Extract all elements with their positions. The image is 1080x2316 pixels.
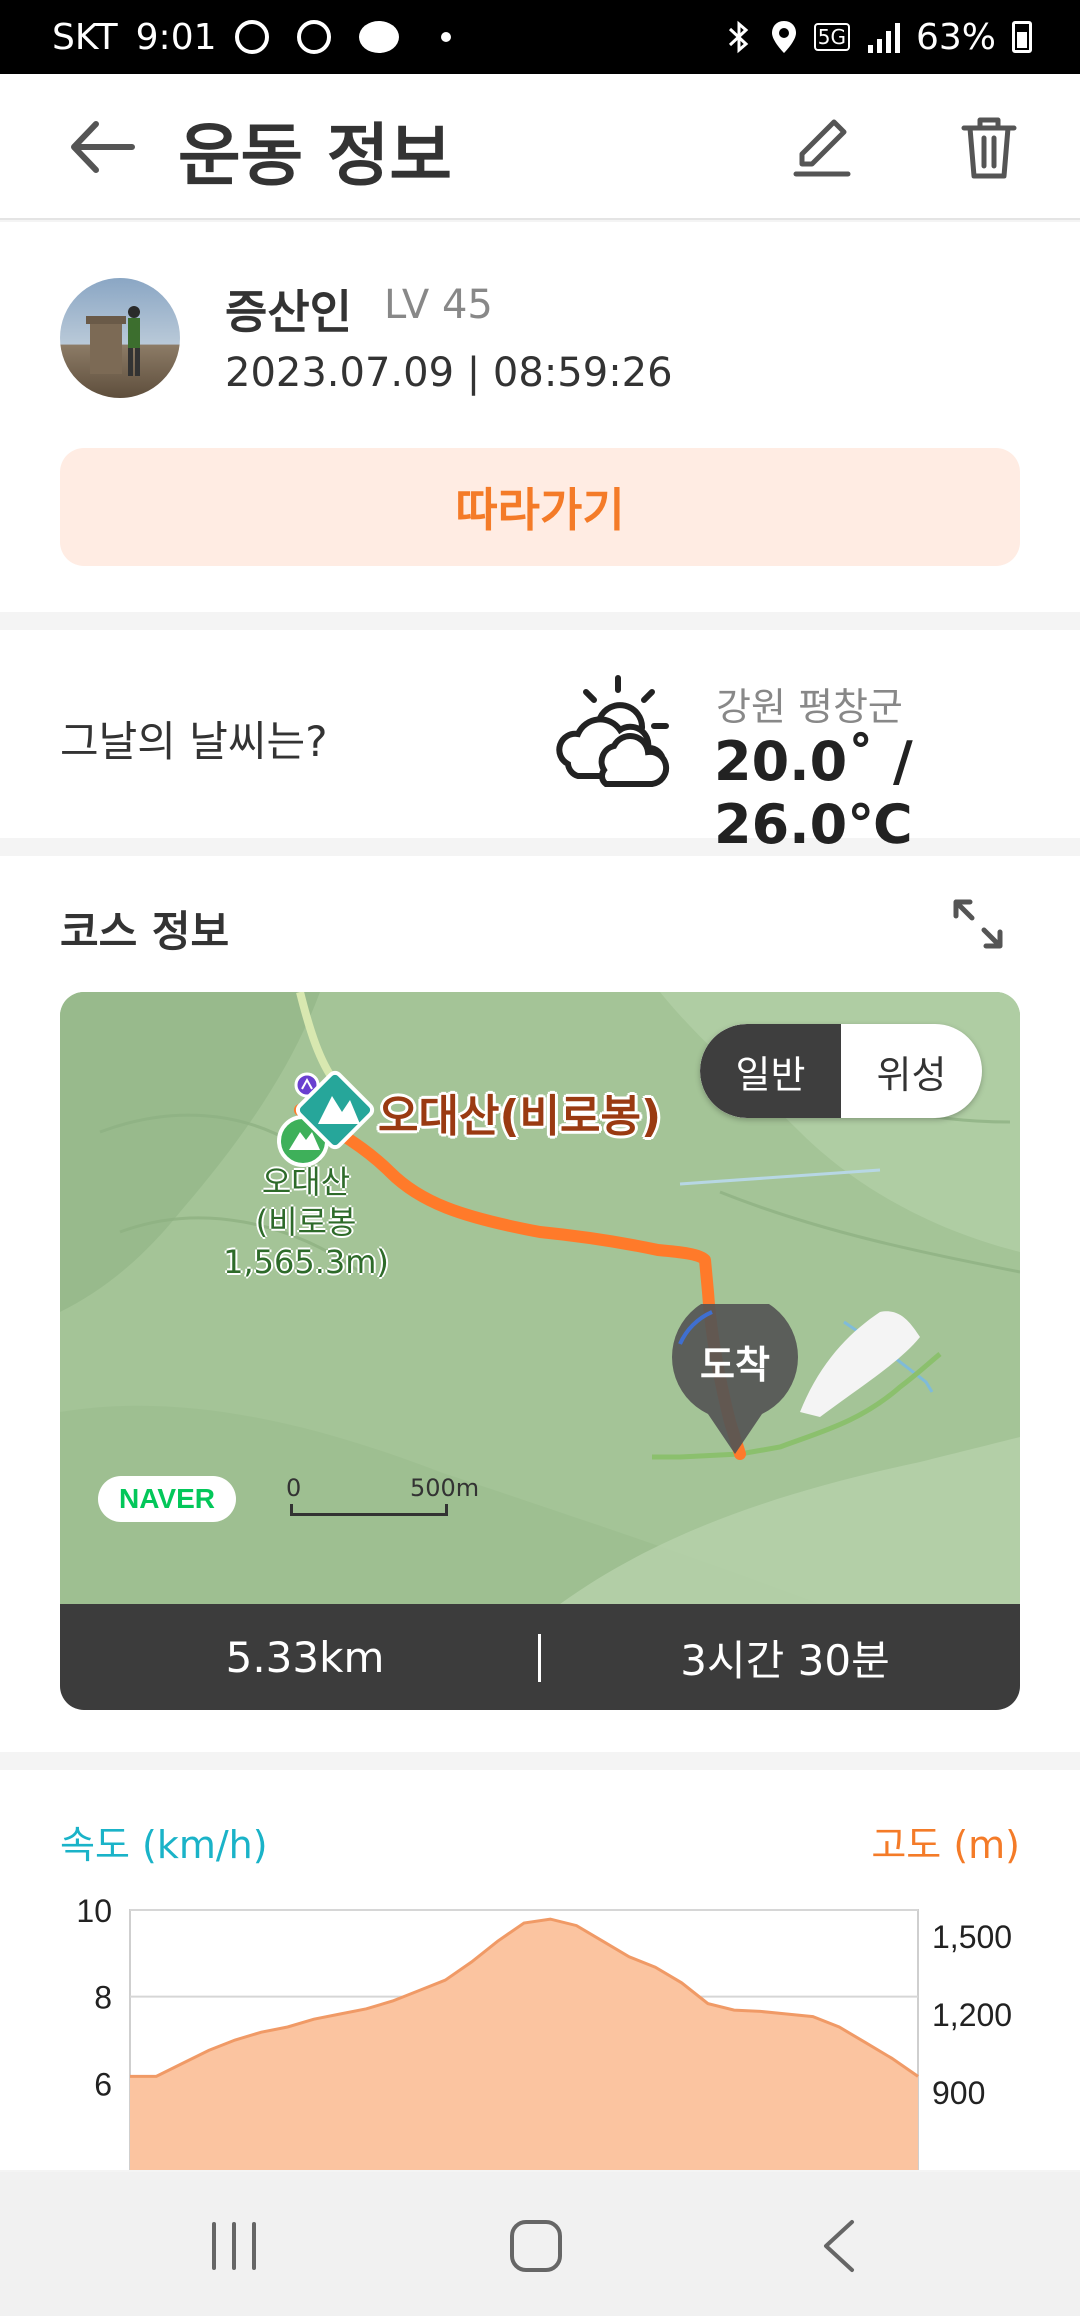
speed-altitude-chart: 6 8 10 900 1,200 1,500 (76, 1893, 1012, 2170)
speed-tick-label: 10 (76, 1893, 112, 1929)
clock: 9:01 (135, 16, 217, 58)
stats-divider (538, 1634, 541, 1682)
weather-temperature: 20.0˚ / 26.0℃ (714, 730, 913, 856)
follow-button[interactable]: 따라가기 (60, 448, 1020, 566)
profile-section: 증산인 LV 45 2023.07.09 | 08:59:26 따라가기 (0, 222, 1080, 612)
page-title: 운동 정보 (178, 117, 452, 196)
home-icon[interactable] (506, 2218, 566, 2274)
bluetooth-icon (728, 20, 748, 54)
peak-name-line2: (비로봉1,565.3m) (223, 1203, 389, 1281)
back-icon[interactable] (816, 2218, 862, 2274)
map-type-satellite[interactable]: 위성 (841, 1024, 982, 1118)
speed-tick-label: 8 (94, 1980, 112, 2016)
course-duration: 3시간 30분 (680, 1635, 890, 1685)
system-nav-bar (0, 2172, 1080, 2316)
map-type-toggle: 일반 위성 (700, 1024, 982, 1118)
status-bar: SKT 9:01 5G 63% (0, 0, 1080, 74)
peak-label: 오대산(비로봉) (378, 1091, 662, 1142)
naver-logo: NAVER (98, 1476, 236, 1522)
course-distance: 5.33km (225, 1632, 385, 1682)
course-section: 코스 정보 일반 위성 오대산(비로봉) 오대산 (비로봉1,565.3m) 도… (0, 856, 1080, 1752)
battery-percent: 63% (915, 16, 996, 58)
shoe-icon (296, 20, 331, 54)
username: 증산인 (225, 285, 352, 339)
app-bar: 운동 정보 (0, 74, 1080, 220)
signal-icon (867, 23, 900, 53)
map-type-standard[interactable]: 일반 (700, 1024, 841, 1118)
avatar[interactable] (60, 278, 180, 398)
course-title: 코스 정보 (60, 907, 230, 956)
location-icon (771, 21, 796, 53)
altitude-tick-label: 1,200 (932, 1997, 1012, 2033)
map-scale-bar (290, 1504, 448, 1516)
peak-name-line1: 오대산 (261, 1163, 351, 1201)
more-notifications-icon (440, 32, 451, 42)
peak-name-label: 오대산 (비로봉1,565.3m) (180, 1162, 432, 1282)
notification-icons (234, 20, 469, 54)
altitude-tick-label: 900 (932, 2075, 985, 2111)
carrier-label: SKT (52, 16, 118, 58)
status-bar-left: SKT 9:01 (52, 0, 469, 74)
trash-icon[interactable] (954, 114, 1024, 180)
weather-section: 그날의 날씨는? 강원 평창군 20.0˚ / 26.0℃ (0, 630, 1080, 856)
course-stats-bar: 5.33km 3시간 30분 (60, 1604, 1020, 1710)
sync-icon (234, 20, 269, 54)
map-scale-distance: 500m (410, 1474, 480, 1502)
arrival-label: 도착 (700, 1343, 770, 1387)
recent-apps-icon[interactable] (206, 2218, 262, 2274)
partly-cloudy-icon (556, 675, 670, 787)
graph-section: 속도 (km/h) 고도 (m) 6 8 10 900 1,200 1,500 (0, 1770, 1080, 2170)
weather-region: 강원 평창군 (716, 685, 903, 729)
edit-icon[interactable] (788, 114, 858, 180)
network-type-icon: 5G (813, 23, 850, 51)
kakaotalk-icon (358, 21, 399, 53)
speed-tick-label: 6 (94, 2066, 112, 2102)
expand-icon[interactable] (950, 896, 1006, 952)
workout-datetime: 2023.07.09 | 08:59:26 (225, 350, 673, 396)
status-bar-right: 5G 63% (724, 0, 1032, 74)
weather-label: 그날의 날씨는? (60, 717, 328, 766)
altitude-tick-label: 1,500 (932, 1919, 1012, 1955)
user-level: LV 45 (384, 282, 493, 328)
battery-icon (1012, 21, 1032, 53)
course-map[interactable]: 일반 위성 오대산(비로봉) 오대산 (비로봉1,565.3m) 도착 NAVE… (60, 992, 1020, 1604)
map-scale-zero: 0 (286, 1474, 302, 1502)
avatar-photo (86, 306, 140, 376)
back-arrow-icon[interactable] (66, 116, 136, 178)
